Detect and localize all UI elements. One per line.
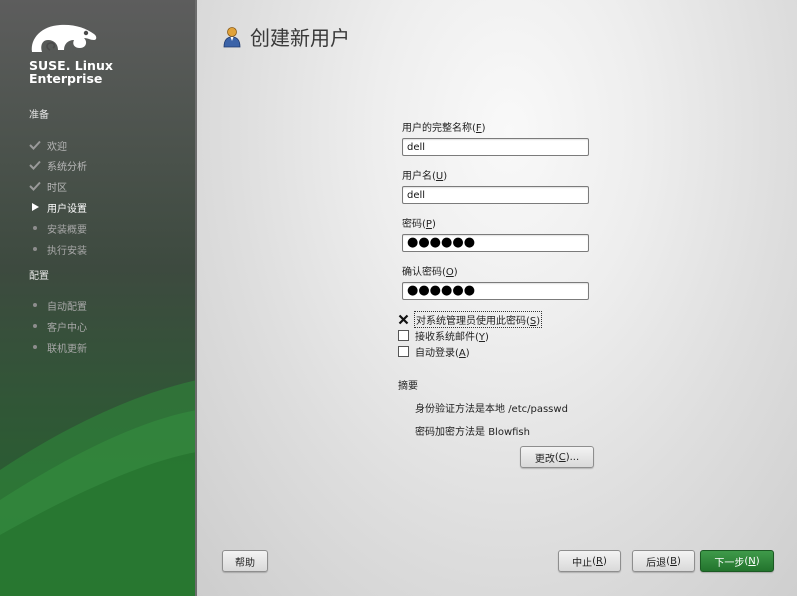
- bullet-icon: [28, 221, 42, 235]
- abort-button[interactable]: 中止(R): [558, 550, 621, 572]
- admin-password-checkbox[interactable]: [398, 314, 409, 325]
- sidebar: SUSE. Linux Enterprise 准备 欢迎 系统分析 时区 用户设…: [0, 0, 197, 596]
- nav-item-label: 时区: [47, 182, 67, 194]
- checkmark-icon: [28, 138, 42, 152]
- section-title-prepare: 准备: [29, 110, 49, 121]
- nav-item-label: 欢迎: [47, 141, 67, 153]
- nav-item-label: 系统分析: [47, 161, 87, 173]
- receive-mail-checkbox-row[interactable]: 接收系统邮件(Y): [398, 328, 489, 343]
- page-title: 创建新用户: [250, 26, 350, 50]
- checkmark-icon: [28, 158, 42, 172]
- nav-item-user-settings[interactable]: 用户设置: [28, 199, 87, 215]
- section-title-configure: 配置: [29, 271, 49, 282]
- nav-item-label: 自动配置: [47, 301, 87, 313]
- arrow-right-icon: [28, 200, 42, 214]
- password-label: 密码(P): [402, 219, 436, 230]
- nav-item-install-summary[interactable]: 安装概要: [28, 220, 87, 236]
- admin-password-checkbox-label: 对系统管理员使用此密码(S): [413, 310, 543, 328]
- bullet-icon: [28, 242, 42, 256]
- bullet-icon: [28, 298, 42, 312]
- full-name-label: 用户的完整名称(F): [402, 123, 486, 134]
- full-name-field[interactable]: [402, 138, 589, 156]
- check-x-icon: [398, 314, 409, 324]
- encryption-method-value: Blowfish: [488, 427, 530, 438]
- auth-method-summary: 身份验证方法是本地 /etc/passwd: [415, 404, 568, 415]
- user-icon: [223, 26, 241, 47]
- page-header: 创建新用户: [222, 22, 350, 51]
- username-label: 用户名(U): [402, 171, 448, 182]
- encryption-method-summary: 密码加密方法是 Blowfish: [415, 427, 530, 438]
- nav-item-label: 客户中心: [47, 322, 87, 334]
- bullet-icon: [28, 319, 42, 333]
- main-content: 创建新用户 用户的完整名称(F) 用户名(U) 密码(P) 确认密码(O) 对系…: [197, 0, 797, 596]
- summary-title: 摘要: [398, 381, 418, 392]
- username-field[interactable]: [402, 186, 589, 204]
- brand-name: SUSE. Linux Enterprise: [29, 59, 113, 85]
- nav-item-label: 联机更新: [47, 343, 87, 355]
- password-field[interactable]: [402, 234, 589, 252]
- admin-password-checkbox-row[interactable]: 对系统管理员使用此密码(S): [398, 310, 543, 328]
- change-button[interactable]: 更改(C)...: [520, 446, 594, 468]
- auth-method-value: /etc/passwd: [508, 404, 568, 415]
- autologin-checkbox-label: 自动登录(A): [415, 347, 470, 359]
- receive-mail-checkbox-label: 接收系统邮件(Y): [415, 331, 489, 343]
- autologin-checkbox-row[interactable]: 自动登录(A): [398, 344, 470, 359]
- receive-mail-checkbox[interactable]: [398, 329, 409, 341]
- brand-line-2: Enterprise: [29, 71, 103, 86]
- next-button[interactable]: 下一步(N): [700, 550, 774, 572]
- nav-item-timezone[interactable]: 时区: [28, 178, 67, 194]
- nav-item-label: 用户设置: [47, 203, 87, 215]
- bullet-icon: [28, 340, 42, 354]
- nav-item-online-update[interactable]: 联机更新: [28, 339, 87, 355]
- nav-item-customer-center[interactable]: 客户中心: [28, 318, 87, 334]
- checkmark-icon: [28, 179, 42, 193]
- nav-item-perform-install[interactable]: 执行安装: [28, 241, 87, 257]
- nav-item-label: 执行安装: [47, 245, 87, 257]
- suse-chameleon-logo-icon: [31, 24, 97, 52]
- autologin-checkbox[interactable]: [398, 345, 409, 357]
- nav-item-label: 安装概要: [47, 224, 87, 236]
- confirm-password-field[interactable]: [402, 282, 589, 300]
- nav-item-auto-config[interactable]: 自动配置: [28, 297, 87, 313]
- back-button[interactable]: 后退(B): [632, 550, 695, 572]
- nav-item-welcome[interactable]: 欢迎: [28, 137, 67, 153]
- confirm-password-label: 确认密码(O): [402, 267, 458, 278]
- help-button[interactable]: 帮助: [222, 550, 268, 572]
- nav-item-system-analysis[interactable]: 系统分析: [28, 157, 87, 173]
